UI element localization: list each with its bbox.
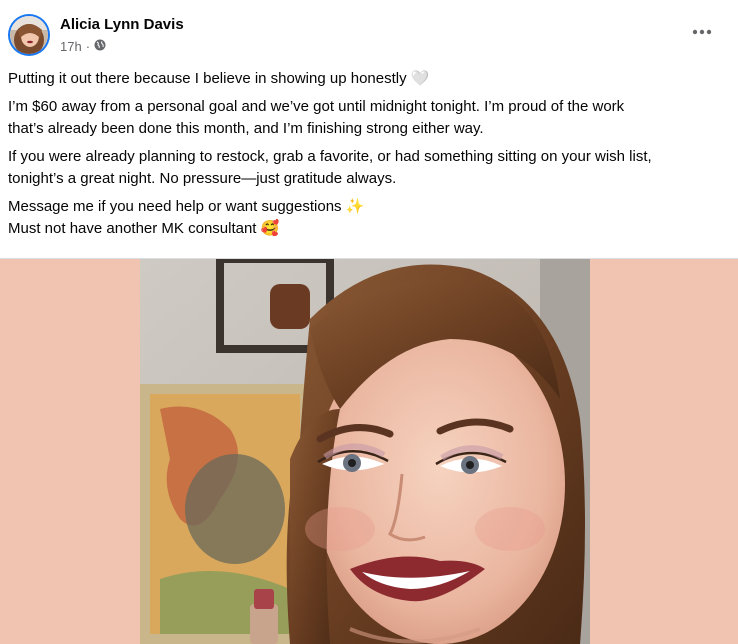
post-line: tonight’s a great night. No pressure—jus… (8, 170, 397, 187)
post-line: that’s already been done this month, and… (8, 120, 484, 137)
post-line: I’m $60 away from a personal goal and we… (8, 98, 625, 115)
post-text: Putting it out there because I believe i… (8, 68, 724, 246)
avatar[interactable] (10, 16, 48, 54)
globe-icon[interactable] (94, 39, 106, 54)
facebook-post: Alicia Lynn Davis 17h · Putting it out t… (0, 0, 738, 644)
selfie-photo (140, 259, 590, 644)
post-line: Putting it out there because I believe i… (8, 70, 430, 87)
post-paragraph: Message me if you need help or want sugg… (8, 196, 724, 240)
post-photo[interactable] (140, 259, 590, 644)
avatar-image (10, 16, 48, 54)
post-meta: 17h · (60, 39, 106, 54)
post-header: Alicia Lynn Davis 17h · (0, 0, 738, 62)
post-line: If you were already planning to restock,… (8, 148, 652, 165)
more-options-icon[interactable] (690, 20, 714, 44)
post-line: Message me if you need help or want sugg… (8, 198, 365, 215)
meta-separator: · (85, 39, 91, 54)
post-paragraph: I’m $60 away from a personal goal and we… (8, 96, 724, 140)
post-time[interactable]: 17h (60, 39, 82, 54)
post-paragraph: Putting it out there because I believe i… (8, 68, 724, 90)
post-line: Must not have another MK consultant 🥰 (8, 220, 280, 237)
post-paragraph: If you were already planning to restock,… (8, 146, 724, 190)
author-name[interactable]: Alicia Lynn Davis (60, 16, 184, 33)
